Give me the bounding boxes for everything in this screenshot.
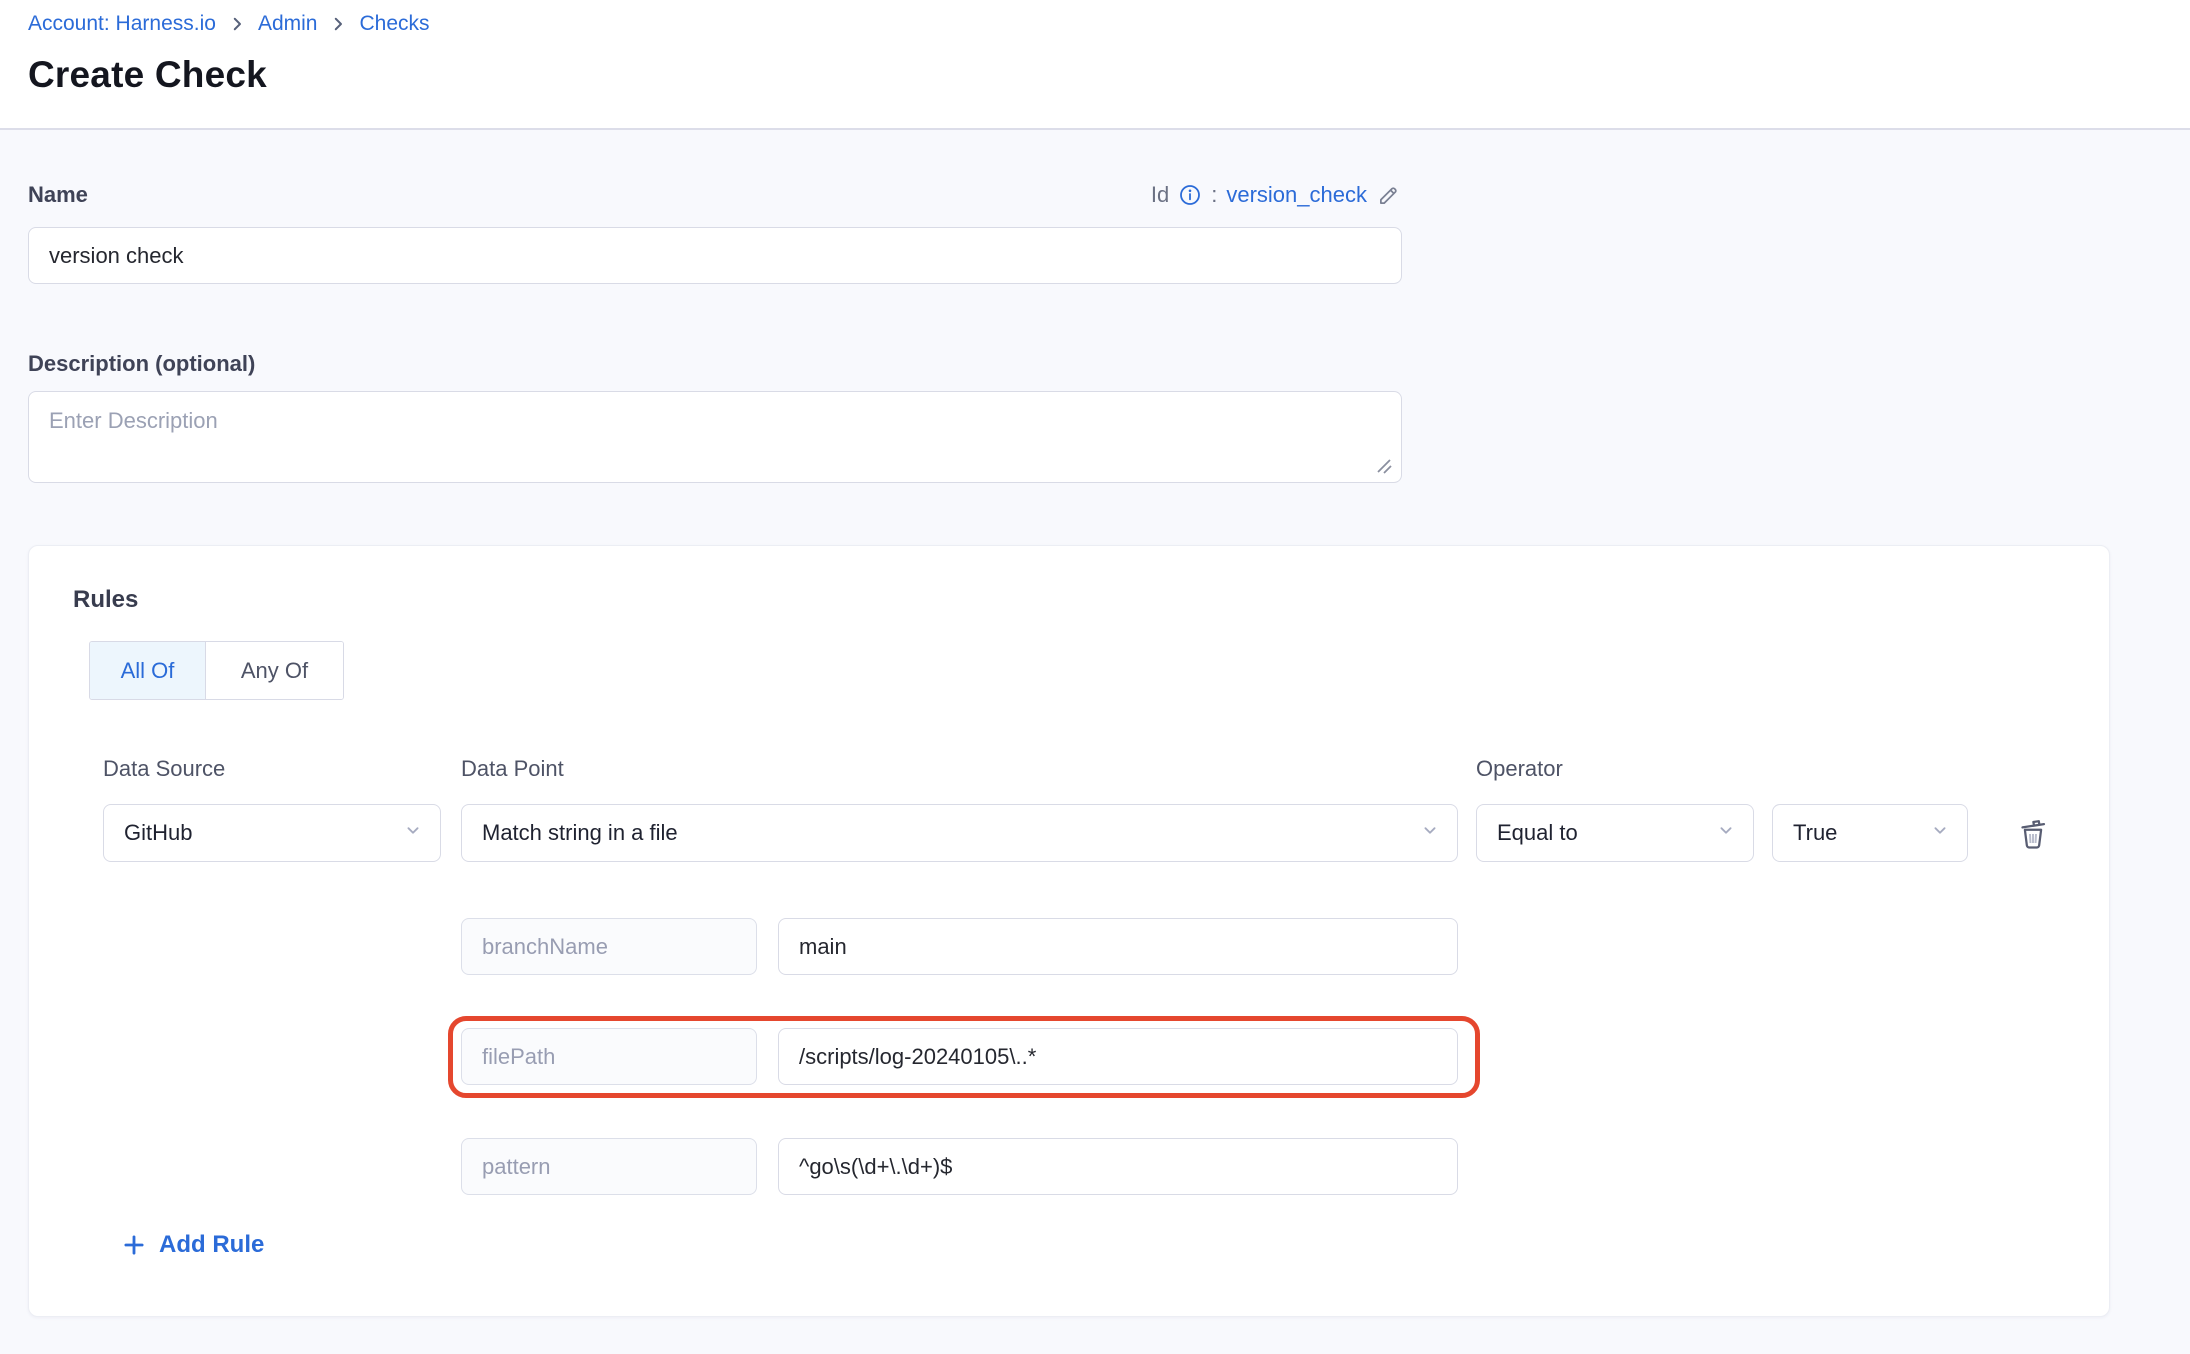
- param-value-filepath-input[interactable]: [778, 1028, 1458, 1085]
- data-point-value: Match string in a file: [482, 820, 678, 846]
- data-source-label: Data Source: [103, 756, 225, 782]
- chevron-down-icon: [1929, 819, 1951, 847]
- id-label: Id: [1151, 182, 1169, 208]
- operator-select[interactable]: Equal to: [1476, 804, 1754, 862]
- trash-icon: [2015, 816, 2051, 852]
- description-label: Description (optional): [28, 351, 255, 377]
- data-point-select[interactable]: Match string in a file: [461, 804, 1458, 862]
- all-of-button[interactable]: All Of: [90, 642, 205, 699]
- chevron-down-icon: [1419, 819, 1441, 847]
- operator-bool-value: True: [1793, 820, 1837, 846]
- chevron-down-icon: [402, 819, 424, 847]
- breadcrumb-admin-link[interactable]: Admin: [258, 12, 318, 36]
- param-key-filepath: filePath: [461, 1028, 757, 1085]
- id-separator: :: [1211, 182, 1217, 208]
- param-value-branchname-input[interactable]: [778, 918, 1458, 975]
- name-input[interactable]: [28, 227, 1402, 284]
- any-of-button[interactable]: Any Of: [205, 642, 343, 699]
- delete-rule-button[interactable]: [2011, 812, 2055, 856]
- param-key-branchname: branchName: [461, 918, 757, 975]
- chevron-down-icon: [1715, 819, 1737, 847]
- data-point-label: Data Point: [461, 756, 564, 782]
- data-source-value: GitHub: [124, 820, 192, 846]
- id-row: Id : version_check: [1151, 182, 1402, 208]
- add-rule-button[interactable]: Add Rule: [121, 1231, 264, 1259]
- name-label: Name: [28, 182, 88, 208]
- page-title: Create Check: [28, 54, 267, 96]
- add-rule-label: Add Rule: [159, 1231, 264, 1259]
- plus-icon: [121, 1232, 147, 1258]
- info-icon[interactable]: [1178, 183, 1202, 207]
- operator-value: Equal to: [1497, 820, 1578, 846]
- param-key-pattern: pattern: [461, 1138, 757, 1195]
- edit-pencil-icon[interactable]: [1376, 182, 1402, 208]
- create-check-page: Account: Harness.io Admin Checks Create …: [0, 0, 2190, 1354]
- breadcrumb-checks-link[interactable]: Checks: [359, 12, 429, 36]
- operator-label: Operator: [1476, 756, 1563, 782]
- rules-match-mode-toggle: All Of Any Of: [89, 641, 344, 700]
- id-value[interactable]: version_check: [1226, 182, 1367, 208]
- breadcrumb: Account: Harness.io Admin Checks: [28, 12, 430, 36]
- rules-heading: Rules: [73, 586, 138, 614]
- param-value-pattern-input[interactable]: [778, 1138, 1458, 1195]
- breadcrumb-account-link[interactable]: Account: Harness.io: [28, 12, 216, 36]
- data-source-select[interactable]: GitHub: [103, 804, 441, 862]
- chevron-right-icon: [329, 15, 347, 33]
- page-header: Account: Harness.io Admin Checks Create …: [0, 0, 2190, 130]
- description-textarea[interactable]: [28, 391, 1402, 483]
- rules-card: Rules All Of Any Of Data Source Data Poi…: [28, 545, 2110, 1317]
- operator-value-select[interactable]: True: [1772, 804, 1968, 862]
- chevron-right-icon: [228, 15, 246, 33]
